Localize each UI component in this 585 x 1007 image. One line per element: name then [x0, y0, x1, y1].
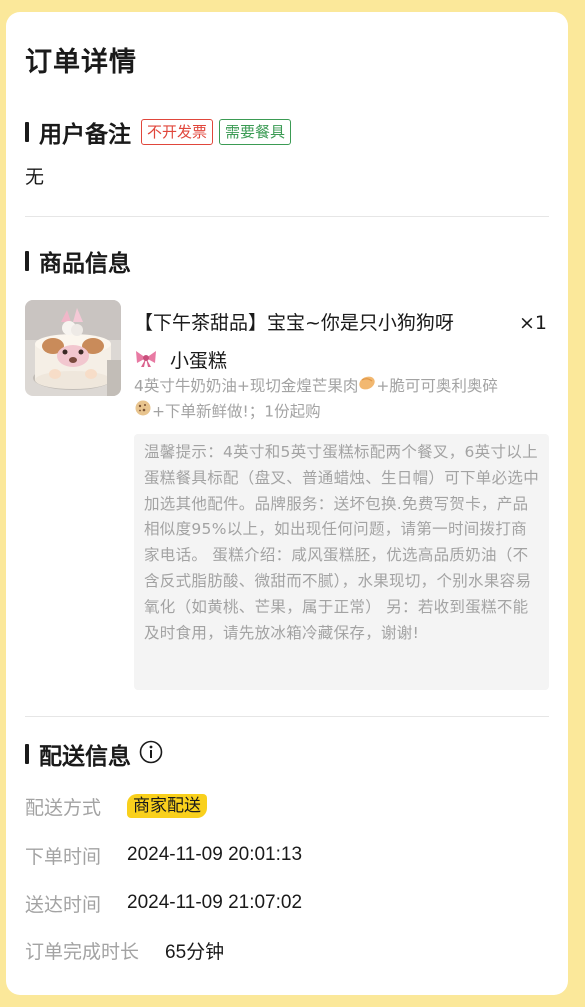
divider: [25, 716, 549, 717]
remark-section-title: 用户备注: [39, 122, 131, 148]
need-utensils-tag: 需要餐具: [219, 119, 292, 145]
cake-image: [25, 300, 121, 396]
product-name[interactable]: 【下午茶甜品】宝宝~你是只小狗狗呀 小蛋糕: [134, 304, 509, 381]
cookie-icon: [134, 399, 152, 425]
product-name-text: 【下午茶甜品】宝宝~你是只小狗狗呀: [134, 312, 454, 334]
arrive-time-value: 2024-11-09 21:07:02: [127, 892, 303, 913]
spec-text-2: +脆可可奥利奥碎: [376, 377, 498, 395]
delivery-method-row: 配送方式 商家配送: [25, 791, 208, 821]
remark-text: 无: [25, 166, 45, 188]
order-time-row: 下单时间 2024-11-09 20:01:13: [25, 840, 302, 870]
no-invoice-tag: 不开发票: [141, 119, 214, 145]
remark-section-header: 用户备注 不开发票 需要餐具: [25, 117, 292, 148]
info-icon[interactable]: [131, 740, 163, 768]
order-detail-card: 订单详情 用户备注 不开发票 需要餐具 无 商品信息 【下午茶甜品】宝宝~你是只…: [6, 12, 568, 995]
spec-text-1: 4英寸牛奶奶油+现切金煌芒果肉: [134, 377, 359, 395]
delivery-section-title: 配送信息: [39, 744, 131, 770]
section-marker: [25, 251, 29, 271]
order-time-value: 2024-11-09 20:01:13: [127, 844, 303, 865]
product-notice: 温馨提示：4英寸和5英寸蛋糕标配两个餐叉，6英寸以上蛋糕餐具标配（盘叉、普通蜡烛…: [134, 434, 549, 690]
spec-text-3: +下单新鲜做!；1份起购: [152, 402, 321, 421]
duration-row: 订单完成时长 65分钟: [25, 935, 224, 965]
divider: [25, 216, 549, 217]
product-image[interactable]: [25, 300, 121, 396]
page-title: 订单详情: [25, 47, 137, 78]
arrive-time-label: 送达时间: [25, 893, 102, 916]
section-marker: [25, 122, 29, 142]
arrive-time-row: 送达时间 2024-11-09 21:07:02: [25, 888, 302, 918]
product-section-header: 商品信息: [25, 246, 131, 277]
product-spec: 4英寸牛奶奶油+现切金煌芒果肉 +脆可可奥利奥碎 +下单新鲜做!；1份起购: [134, 374, 549, 425]
delivery-section-header: 配送信息: [25, 739, 163, 770]
duration-label: 订单完成时长: [25, 940, 140, 963]
mango-icon: [358, 374, 376, 399]
product-section-title: 商品信息: [39, 251, 131, 277]
delivery-method-badge: 商家配送: [127, 794, 208, 818]
delivery-method-label: 配送方式: [25, 796, 102, 819]
duration-value: 65分钟: [165, 941, 225, 963]
order-time-label: 下单时间: [25, 845, 102, 868]
product-name-suffix: 小蛋糕: [170, 350, 228, 372]
section-marker: [25, 744, 29, 764]
product-quantity: ×1: [518, 312, 547, 334]
